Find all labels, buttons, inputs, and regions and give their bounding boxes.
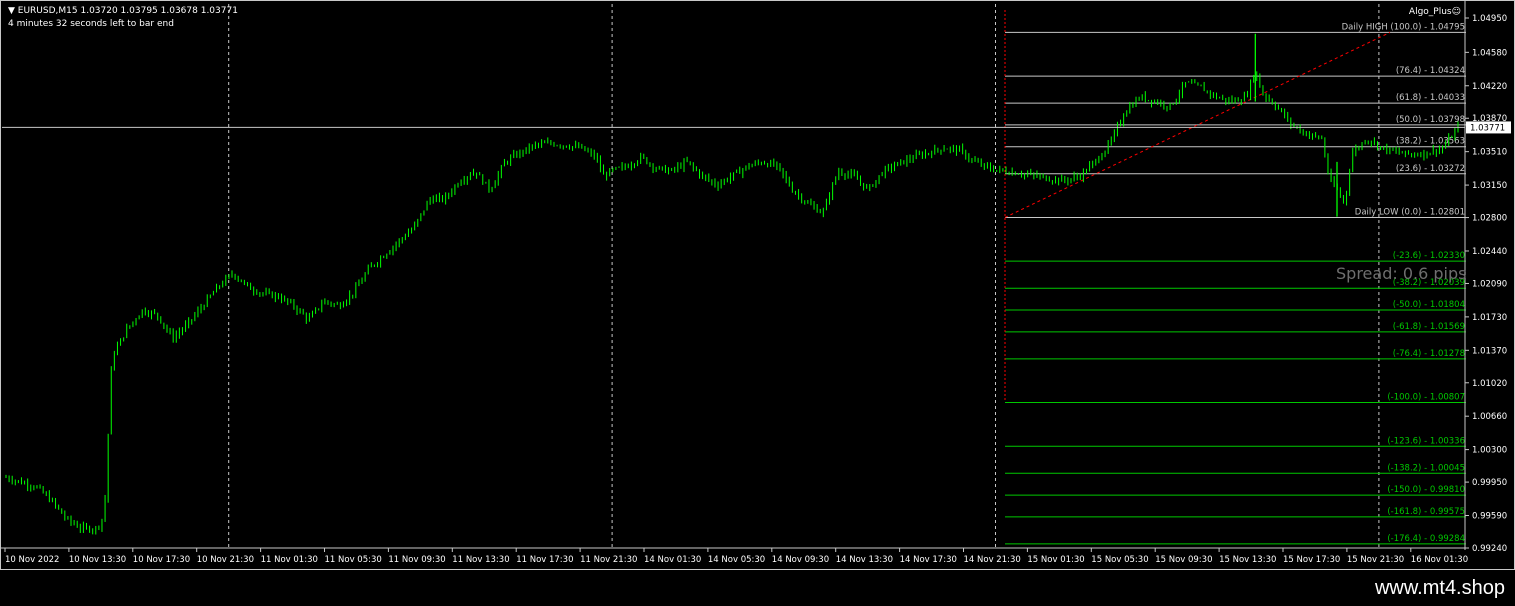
price-tick-label: 1.03510: [1472, 148, 1507, 158]
time-tick-label: 15 Nov 09:30: [1155, 555, 1212, 565]
time-tick-label: 16 Nov 01:30: [1411, 555, 1468, 565]
price-tick-label: 1.04580: [1472, 48, 1507, 58]
time-tick-label: 14 Nov 17:30: [900, 555, 957, 565]
time-tick-label: 14 Nov 01:30: [644, 555, 701, 565]
fib-level-label: (-176.4) - 0.99284: [1387, 534, 1465, 544]
time-tick-label: 15 Nov 13:30: [1219, 555, 1276, 565]
time-tick-label: 15 Nov 17:30: [1283, 555, 1340, 565]
bar-timer-text: 4 minutes 32 seconds left to bar end: [8, 19, 174, 29]
time-tick-label: 11 Nov 13:30: [452, 555, 509, 565]
time-tick-label: 14 Nov 21:30: [964, 555, 1021, 565]
time-tick-label: 10 Nov 13:30: [69, 555, 126, 565]
smiley-icon: ☺: [1451, 7, 1461, 17]
fib-level-label: (61.8) - 1.04033: [1396, 93, 1465, 103]
price-tick-label: 1.02800: [1472, 214, 1507, 224]
fib-level-label: (-76.4) - 1.01278: [1393, 349, 1465, 359]
time-tick-label: 11 Nov 09:30: [388, 555, 445, 565]
time-tick-label: 14 Nov 05:30: [708, 555, 765, 565]
time-tick-label: 10 Nov 2022: [5, 555, 59, 565]
expert-name: Algo_Plus: [1408, 7, 1452, 17]
time-tick-label: 15 Nov 01:30: [1027, 555, 1084, 565]
price-tick-label: 0.99590: [1472, 512, 1507, 522]
price-tick-label: 1.03150: [1472, 181, 1507, 191]
spread-readout: Spread: 0.6 pips: [1336, 264, 1467, 283]
price-tick-label: 1.01730: [1472, 313, 1507, 323]
price-chart[interactable]: Daily HIGH (100.0) - 1.04795 (76.4) - 1.0…: [0, 0, 1515, 570]
fib-level-label: (50.0) - 1.03798: [1396, 115, 1465, 125]
time-tick-label: 15 Nov 21:30: [1347, 555, 1404, 565]
time-tick-label: 11 Nov 21:30: [580, 555, 637, 565]
price-tick-label: 1.02440: [1472, 247, 1507, 257]
time-tick-label: 11 Nov 17:30: [516, 555, 573, 565]
price-tick-label: 1.01370: [1472, 346, 1507, 356]
price-tick-label: 1.04220: [1472, 82, 1507, 92]
time-tick-label: 11 Nov 01:30: [261, 555, 318, 565]
fib-level-label: (-100.0) - 1.00807: [1387, 393, 1465, 403]
time-tick-label: 10 Nov 21:30: [197, 555, 254, 565]
fib-level-label: (76.4) - 1.04324: [1396, 66, 1465, 76]
fib-level-label: (23.6) - 1.03272: [1396, 164, 1465, 174]
fib-level-label: (-61.8) - 1.01569: [1393, 322, 1465, 332]
time-tick-label: 14 Nov 13:30: [836, 555, 893, 565]
fib-level-label: Daily HIGH (100.0) - 1.04795: [1342, 22, 1465, 32]
price-tick-label: 1.00300: [1472, 446, 1507, 456]
fib-level-label: (-23.6) - 1.02330: [1393, 251, 1465, 261]
price-tick-label: 1.02090: [1472, 279, 1507, 289]
fib-level-label: (-161.8) - 0.99575: [1387, 507, 1465, 517]
fib-level-label: (-138.2) - 1.00045: [1387, 463, 1465, 473]
price-tick-label: 0.99240: [1472, 544, 1507, 554]
price-tick-label: 1.04950: [1472, 14, 1507, 24]
fib-level-label: Daily LOW (0.0) - 1.02801: [1355, 207, 1465, 217]
time-tick-label: 14 Nov 09:30: [772, 555, 829, 565]
chart-symbol-info: ▼ EURUSD,M15 1.03720 1.03795 1.03678 1.0…: [8, 6, 238, 16]
footer-bar: [0, 570, 1515, 606]
fib-level-label: (-123.6) - 1.00336: [1387, 436, 1465, 446]
expert-advisor-label[interactable]: Algo_Plus☺: [1409, 7, 1461, 17]
time-tick-label: 15 Nov 05:30: [1091, 555, 1148, 565]
fib-level-label: (-50.0) - 1.01804: [1393, 300, 1465, 310]
price-tick-label: 1.01020: [1472, 379, 1507, 389]
fib-level-label: (-150.0) - 0.99810: [1387, 485, 1465, 495]
price-tick-label: 0.99950: [1472, 478, 1507, 488]
website-watermark: www.mt4.shop: [1374, 577, 1505, 599]
time-tick-label: 10 Nov 17:30: [133, 555, 190, 565]
current-price-label: 1.03771: [1470, 123, 1505, 133]
price-tick-label: 1.00660: [1472, 412, 1507, 422]
time-tick-label: 11 Nov 05:30: [325, 555, 382, 565]
